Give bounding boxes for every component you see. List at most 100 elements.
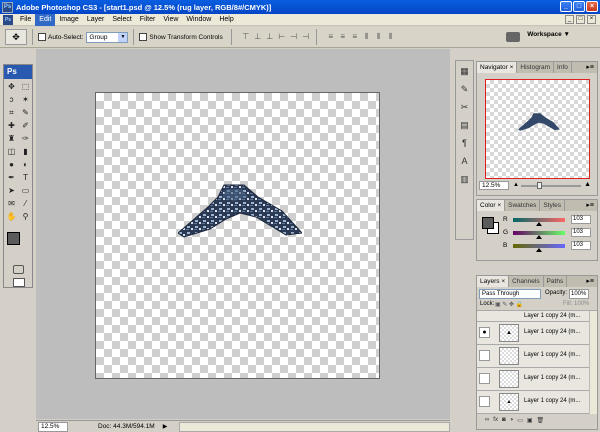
workspace-menu[interactable]: Workspace ▼ [527,31,570,38]
gradient-icon[interactable]: ▮ [19,146,32,158]
blue-value-field[interactable]: 103 [571,241,591,250]
layer-row[interactable]: Layer 1 copy 24 (m... [477,311,597,322]
auto-select-checkbox[interactable] [38,33,46,41]
status-menu-arrow[interactable]: ▶ [163,423,168,430]
menu-window[interactable]: Window [182,14,215,26]
workspace-icon[interactable] [506,32,520,42]
blue-slider-knob[interactable] [536,248,542,252]
new-layer-icon[interactable]: ▣ [527,417,533,424]
doc-close-button[interactable]: × [587,15,596,24]
trash-icon[interactable]: 🗑 [537,417,545,424]
align-bottom-icon[interactable]: ⊥ [265,32,275,42]
blend-mode-dropdown[interactable]: Pass Through [479,289,541,299]
shape-tool-icon[interactable]: ▭ [19,185,32,197]
hand-tool-icon[interactable]: ✋ [5,211,18,223]
zoom-level-field[interactable]: 12.5% [38,421,68,432]
healing-brush-icon[interactable]: ✚ [5,120,18,132]
document-icon[interactable]: Ps [3,14,13,25]
tab-color[interactable]: Color × [477,200,506,211]
visibility-toggle[interactable] [479,396,490,407]
layer-row[interactable]: Layer 1 copy 24 (m... [477,368,597,391]
crop-tool-icon[interactable]: ⌗ [5,107,18,119]
menu-edit[interactable]: Edit [35,13,56,26]
navigator-zoom-slider[interactable] [521,185,581,187]
foreground-color-swatch[interactable] [7,232,20,245]
align-right-icon[interactable]: ⊣ [301,32,311,42]
layer-row[interactable]: ● ▲ Layer 1 copy 24 (m... [477,322,597,345]
character-icon[interactable]: A [457,154,472,169]
eyedropper-icon[interactable]: ⁄ [19,198,32,210]
menu-select[interactable]: Select [108,14,135,26]
quick-mask-icon[interactable] [13,265,24,274]
layer-row[interactable]: ▴ Layer 1 copy 24 (m... [477,391,597,414]
document-canvas[interactable] [95,92,380,379]
blur-tool-icon[interactable]: ● [5,159,18,171]
tab-channels[interactable]: Channels [509,276,544,287]
menu-layer[interactable]: Layer [83,14,109,26]
menu-help[interactable]: Help [215,14,237,26]
tool-preset-picker[interactable]: ✥ [5,29,27,45]
red-value-field[interactable]: 103 [571,215,591,224]
show-transform-checkbox[interactable] [139,33,148,41]
align-left-icon[interactable]: ⊢ [277,32,287,42]
align-vcenter-icon[interactable]: ⊥ [253,32,263,42]
distribute-hcenter-icon[interactable]: ⦀ [374,32,384,42]
zoom-tool-icon[interactable]: ⚲ [19,211,32,223]
menu-file[interactable]: File [16,14,35,26]
doc-maximize-button[interactable]: □ [576,15,585,24]
align-hcenter-icon[interactable]: ⊣ [289,32,299,42]
eraser-icon[interactable]: ◫ [5,146,18,158]
doc-minimize-button[interactable]: _ [565,15,574,24]
distribute-top-icon[interactable]: ≡ [326,32,336,42]
distribute-right-icon[interactable]: ⦀ [386,32,396,42]
magic-wand-icon[interactable]: ✶ [19,94,32,106]
distribute-left-icon[interactable]: ⦀ [362,32,372,42]
mask-icon[interactable]: ◙ [502,417,506,423]
navigator-slider-thumb[interactable] [537,182,542,189]
marquee-tool-icon[interactable]: ⬚ [19,81,32,93]
path-select-icon[interactable]: ➤ [5,185,18,197]
panel-menu-icon[interactable]: ▸≡ [586,62,597,73]
zoom-in-icon[interactable]: ▲ [584,181,591,188]
eye-icon[interactable]: ● [479,327,490,338]
clone-source-icon[interactable]: ✎ [457,82,472,97]
notes-tool-icon[interactable]: ✉ [5,198,18,210]
pen-tool-icon[interactable]: ✒ [5,172,18,184]
minimize-button[interactable]: _ [560,1,572,12]
panel-menu-icon[interactable]: ▸≡ [586,276,597,287]
type-tool-icon[interactable]: T [19,172,32,184]
fx-icon[interactable]: fx [493,417,498,423]
menu-image[interactable]: Image [55,14,82,26]
fill-value[interactable]: 100% [574,301,589,307]
tab-paths[interactable]: Paths [544,276,568,287]
tab-styles[interactable]: Styles [540,200,566,211]
paragraph-icon[interactable]: ¶ [457,136,472,151]
red-slider-knob[interactable] [536,222,542,226]
tab-navigator[interactable]: Navigator × [477,62,518,73]
navigator-preview[interactable] [485,79,590,179]
green-value-field[interactable]: 103 [571,228,591,237]
navigator-zoom-field[interactable]: 12.5% [479,181,509,190]
visibility-toggle[interactable] [479,350,490,361]
adjustment-icon[interactable]: ◑ [510,417,514,423]
link-icon[interactable]: ∞ [485,417,489,423]
move-tool-icon[interactable]: ✥ [5,81,18,93]
brush-tool-icon[interactable]: ✐ [19,120,32,132]
slice-tool-icon[interactable]: ✎ [19,107,32,119]
auto-select-dropdown[interactable]: Group ▼ [86,31,129,43]
maximize-button[interactable]: □ [573,1,585,12]
horizontal-scrollbar[interactable] [179,421,450,432]
tab-layers[interactable]: Layers × [477,276,510,287]
lock-icons[interactable]: ▣ ✎ ✥ 🔒 [495,301,523,308]
zoom-out-icon[interactable]: ▲ [513,182,519,188]
menu-filter[interactable]: Filter [136,14,160,26]
opacity-field[interactable]: 100% [569,289,589,299]
green-slider-knob[interactable] [536,235,542,239]
foreground-color-chip[interactable] [482,217,494,229]
screen-mode-icon[interactable] [13,278,25,287]
tool-presets-icon[interactable]: ✂ [457,100,472,115]
clone-stamp-icon[interactable]: ♜ [5,133,18,145]
panel-menu-icon[interactable]: ▸≡ [586,200,597,211]
info-icon[interactable]: ▥ [457,172,472,187]
close-button[interactable]: × [586,1,598,12]
